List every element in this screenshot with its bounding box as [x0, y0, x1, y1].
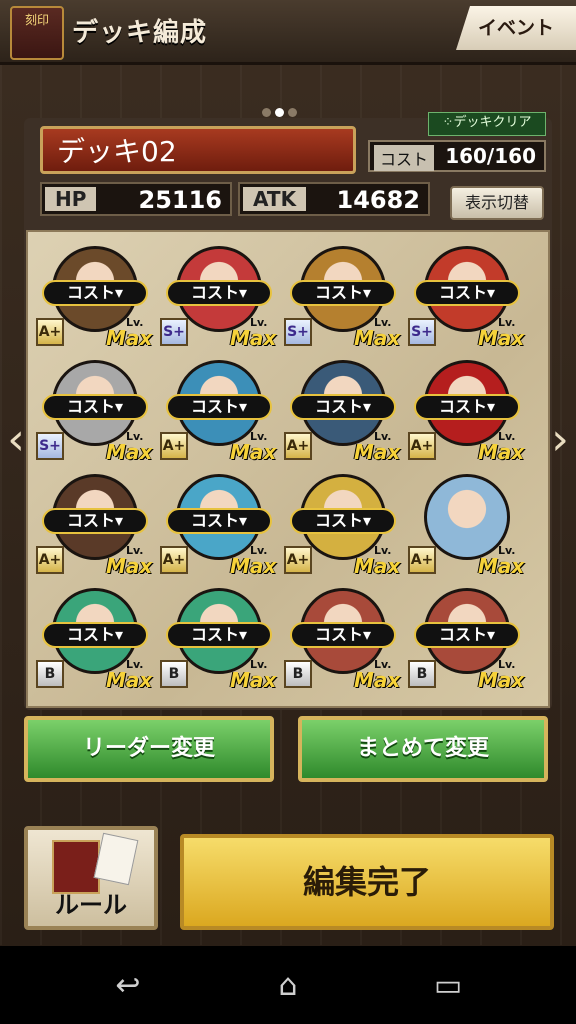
game-logo-icon: 刻印 [10, 6, 64, 60]
card-rank-badge: S+ [284, 318, 312, 346]
deck-card-slot[interactable]: コスト▾ B Lv. Max [284, 578, 402, 692]
card-rank-badge: B [408, 660, 436, 688]
card-level-max: Max [106, 554, 153, 578]
deck-card-slot[interactable]: コスト▾ B Lv. Max [160, 578, 278, 692]
deck-card-slot[interactable]: コスト▾ S+ Lv. Max [36, 350, 154, 464]
card-level-max: Max [230, 668, 277, 692]
card-cost-tag: コスト▾ [166, 280, 272, 306]
card-cost-tag: コスト▾ [414, 622, 520, 648]
hp-stat: HP 25116 [40, 182, 232, 216]
atk-label: ATK [243, 187, 307, 211]
hp-label: HP [45, 187, 97, 211]
deck-card-slot[interactable]: コスト▾ B Lv. Max [408, 578, 526, 692]
cost-label: コスト [374, 145, 435, 171]
atk-value: 14682 [336, 186, 421, 214]
card-cost-tag: コスト▾ [42, 394, 148, 420]
deck-card-slot[interactable]: A+ Lv. Max [408, 464, 526, 578]
card-cost-tag: コスト▾ [414, 280, 520, 306]
card-rank-badge: A+ [160, 546, 188, 574]
card-rank-badge: B [160, 660, 188, 688]
card-rank-badge: A+ [284, 432, 312, 460]
back-icon[interactable]: ↩ [98, 966, 158, 1006]
deck-card-slot[interactable]: コスト▾ S+ Lv. Max [160, 236, 278, 350]
page-dot-active [275, 108, 284, 117]
home-icon[interactable]: ⌂ [258, 966, 318, 1006]
card-cost-tag: コスト▾ [290, 622, 396, 648]
card-rank-badge: A+ [408, 432, 436, 460]
deck-card-slot[interactable]: コスト▾ A+ Lv. Max [284, 464, 402, 578]
card-cost-tag: コスト▾ [42, 508, 148, 534]
deck-card-slot[interactable]: コスト▾ A+ Lv. Max [408, 350, 526, 464]
card-cost-tag: コスト▾ [290, 394, 396, 420]
card-level-max: Max [478, 668, 525, 692]
deck-card-slot[interactable]: コスト▾ S+ Lv. Max [284, 236, 402, 350]
card-rank-badge: B [36, 660, 64, 688]
card-level-max: Max [230, 554, 277, 578]
deck-card-slot[interactable]: コスト▾ S+ Lv. Max [408, 236, 526, 350]
cost-display: コスト 160/160 [368, 140, 546, 172]
card-level-max: Max [478, 326, 525, 350]
display-toggle-button[interactable]: 表示切替 [450, 186, 544, 220]
rules-label: ルール [55, 891, 127, 919]
card-level-max: Max [106, 326, 153, 350]
card-rank-badge: A+ [408, 546, 436, 574]
card-cost-tag: コスト▾ [42, 622, 148, 648]
atk-stat: ATK 14682 [238, 182, 430, 216]
card-cost-tag: コスト▾ [166, 622, 272, 648]
card-rank-badge: A+ [36, 546, 64, 574]
card-cost-tag: コスト▾ [166, 394, 272, 420]
card-rank-badge: S+ [36, 432, 64, 460]
card-rank-badge: A+ [36, 318, 64, 346]
card-level-max: Max [354, 668, 401, 692]
card-rank-badge: S+ [408, 318, 436, 346]
card-level-max: Max [106, 668, 153, 692]
deck-card-slot[interactable]: コスト▾ A+ Lv. Max [36, 464, 154, 578]
deck-card-slot[interactable]: コスト▾ A+ Lv. Max [160, 350, 278, 464]
card-level-max: Max [354, 440, 401, 464]
next-page-arrow-icon[interactable]: › [546, 410, 574, 470]
deck-clear-button[interactable]: ⁘デッキクリア [428, 112, 546, 136]
card-level-max: Max [354, 326, 401, 350]
page-title: デッキ編成 [72, 18, 208, 48]
leader-change-button[interactable]: リーダー変更 [24, 716, 274, 782]
card-cost-tag: コスト▾ [166, 508, 272, 534]
page-dot [262, 108, 271, 117]
deck-card-slot[interactable]: コスト▾ A+ Lv. Max [36, 236, 154, 350]
rules-button[interactable]: ルール [24, 826, 158, 930]
top-bar: 刻印 デッキ編成 イベント [0, 0, 576, 65]
bulk-change-button[interactable]: まとめて変更 [298, 716, 548, 782]
deck-name: デッキ02 [40, 126, 356, 174]
cost-value: 160/160 [445, 144, 536, 168]
card-rank-badge: A+ [160, 432, 188, 460]
card-grid: コスト▾ A+ Lv. Max コスト▾ S+ Lv. Max コスト▾ S+ Lv. Max コスト▾… [26, 230, 550, 708]
card-rank-badge: S+ [160, 318, 188, 346]
card-cost-tag: コスト▾ [290, 508, 396, 534]
card-rank-badge: A+ [284, 546, 312, 574]
page-dot [288, 108, 297, 117]
deck-card-slot[interactable]: コスト▾ A+ Lv. Max [284, 350, 402, 464]
event-button[interactable]: イベント [456, 6, 576, 50]
card-level-max: Max [354, 554, 401, 578]
card-cost-tag: コスト▾ [414, 394, 520, 420]
edit-complete-button[interactable]: 編集完了 [180, 834, 554, 930]
prev-page-arrow-icon[interactable]: ‹ [2, 410, 30, 470]
card-level-max: Max [106, 440, 153, 464]
system-nav-bar: ↩ ⌂ ▭ [0, 946, 576, 1024]
card-level-max: Max [478, 554, 525, 578]
rule-paper-icon [93, 832, 139, 886]
card-level-max: Max [230, 440, 277, 464]
deck-card-slot[interactable]: コスト▾ A+ Lv. Max [160, 464, 278, 578]
card-cost-tag: コスト▾ [42, 280, 148, 306]
card-cost-tag: コスト▾ [290, 280, 396, 306]
card-level-max: Max [478, 440, 525, 464]
recent-apps-icon[interactable]: ▭ [418, 966, 478, 1006]
hp-value: 25116 [138, 186, 223, 214]
card-rank-badge: B [284, 660, 312, 688]
deck-card-slot[interactable]: コスト▾ B Lv. Max [36, 578, 154, 692]
card-level-max: Max [230, 326, 277, 350]
